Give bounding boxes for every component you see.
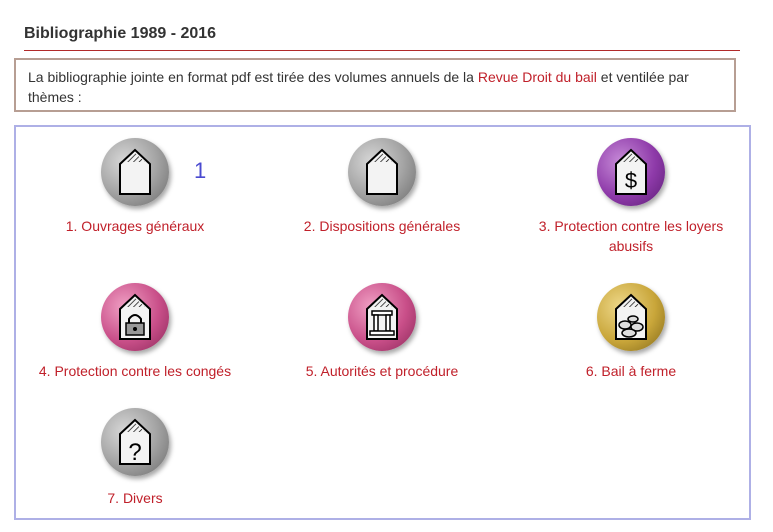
theme-item-6[interactable]: 6. Bail à ferme	[536, 283, 726, 381]
intro-box: La bibliographie jointe en format pdf es…	[14, 58, 736, 112]
svg-text:$: $	[625, 168, 637, 193]
theme-item-7[interactable]: ? 7. Divers	[40, 408, 230, 508]
theme-item-5[interactable]: 5. Autorités et procédure	[286, 283, 478, 381]
theme-link-6[interactable]: 6. Bail à ferme	[536, 361, 726, 381]
revue-droit-du-bail-link[interactable]: Revue Droit du bail	[478, 69, 597, 85]
question-tag-icon[interactable]: ?	[101, 408, 169, 476]
courthouse-icon[interactable]	[348, 283, 416, 351]
theme-item-3[interactable]: $ 3. Protection contre les loyers abusif…	[520, 138, 742, 256]
intro-text-before: La bibliographie jointe en format pdf es…	[28, 69, 478, 85]
theme-link-7[interactable]: 7. Divers	[40, 488, 230, 508]
theme-link-4[interactable]: 4. Protection contre les congés	[28, 361, 242, 381]
theme-link-1[interactable]: 1. Ouvrages généraux	[40, 216, 230, 236]
lock-tag-icon[interactable]	[101, 283, 169, 351]
section-header: Bibliographie 1989 - 2016	[24, 24, 740, 51]
svg-text:?: ?	[128, 439, 141, 466]
document-icon[interactable]	[101, 138, 169, 206]
dollar-tag-icon[interactable]: $	[597, 138, 665, 206]
page-title: Bibliographie 1989 - 2016	[24, 25, 217, 42]
theme-link-3[interactable]: 3. Protection contre les loyers abusifs	[520, 216, 742, 256]
coins-tag-icon[interactable]	[597, 283, 665, 351]
theme-item-1[interactable]: 1. Ouvrages généraux	[40, 138, 230, 236]
theme-link-5[interactable]: 5. Autorités et procédure	[286, 361, 478, 381]
theme-item-4[interactable]: 4. Protection contre les congés	[28, 283, 242, 381]
theme-item-2[interactable]: 2. Dispositions générales	[287, 138, 477, 236]
theme-link-2[interactable]: 2. Dispositions générales	[287, 216, 477, 236]
document-icon[interactable]	[348, 138, 416, 206]
